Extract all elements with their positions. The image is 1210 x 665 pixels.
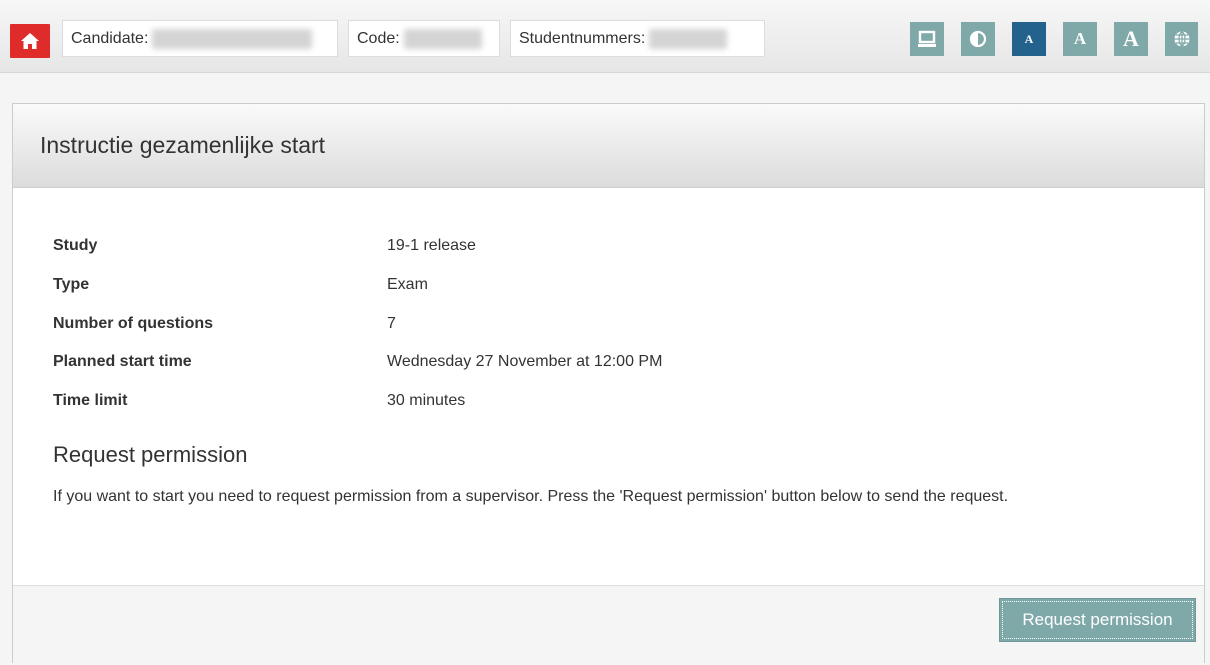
candidate-field: Candidate: xyxy=(62,20,338,57)
language-button[interactable] xyxy=(1165,22,1198,56)
font-medium-button[interactable]: A xyxy=(1063,22,1097,56)
code-value-redacted xyxy=(403,28,482,49)
detail-value: Exam xyxy=(387,276,428,293)
detail-value: 19-1 release xyxy=(387,237,476,254)
request-permission-heading: Request permission xyxy=(53,442,248,467)
detail-label: Time limit xyxy=(53,392,128,409)
candidate-name-redacted xyxy=(152,28,313,49)
student-number-field: Studentnummers: xyxy=(510,20,765,57)
font-small-button[interactable]: A xyxy=(1012,22,1046,56)
student-number-redacted xyxy=(649,28,728,49)
detail-label: Planned start time xyxy=(53,353,192,370)
detail-label: Number of questions xyxy=(53,315,214,332)
font-large-icon: A xyxy=(1123,26,1139,51)
panel-header: Instructie gezamenlijke start xyxy=(13,104,1204,188)
detail-value: 30 minutes xyxy=(387,392,466,409)
monitor-button[interactable] xyxy=(910,22,944,56)
contrast-button[interactable] xyxy=(961,22,995,56)
code-label: Code: xyxy=(357,29,400,47)
home-icon xyxy=(21,33,39,49)
panel-title: Instructie gezamenlijke start xyxy=(40,132,326,158)
student-number-label: Studentnummers: xyxy=(519,29,646,47)
detail-value: Wednesday 27 November at 12:00 PM xyxy=(387,353,663,370)
detail-label: Study xyxy=(53,237,98,254)
detail-value: 7 xyxy=(387,315,396,332)
contrast-icon xyxy=(969,30,987,48)
globe-icon xyxy=(1174,31,1189,47)
candidate-label: Candidate: xyxy=(71,29,149,47)
request-permission-button[interactable]: Request permission xyxy=(999,598,1196,642)
font-medium-icon: A xyxy=(1073,29,1087,48)
panel-footer: Request permission xyxy=(13,585,1204,665)
home-button[interactable] xyxy=(10,24,50,58)
request-permission-text: If you want to start you need to request… xyxy=(53,488,1009,505)
top-bar: Candidate: Code: Studentnummers: A A A xyxy=(0,0,1210,73)
code-field: Code: xyxy=(348,20,500,57)
exam-start-panel: Instructie gezamenlijke start Study 19-1… xyxy=(12,103,1205,665)
monitor-icon xyxy=(918,30,936,47)
detail-label: Type xyxy=(53,276,90,293)
font-small-icon: A xyxy=(1024,31,1034,46)
font-large-button[interactable]: A xyxy=(1114,22,1148,56)
